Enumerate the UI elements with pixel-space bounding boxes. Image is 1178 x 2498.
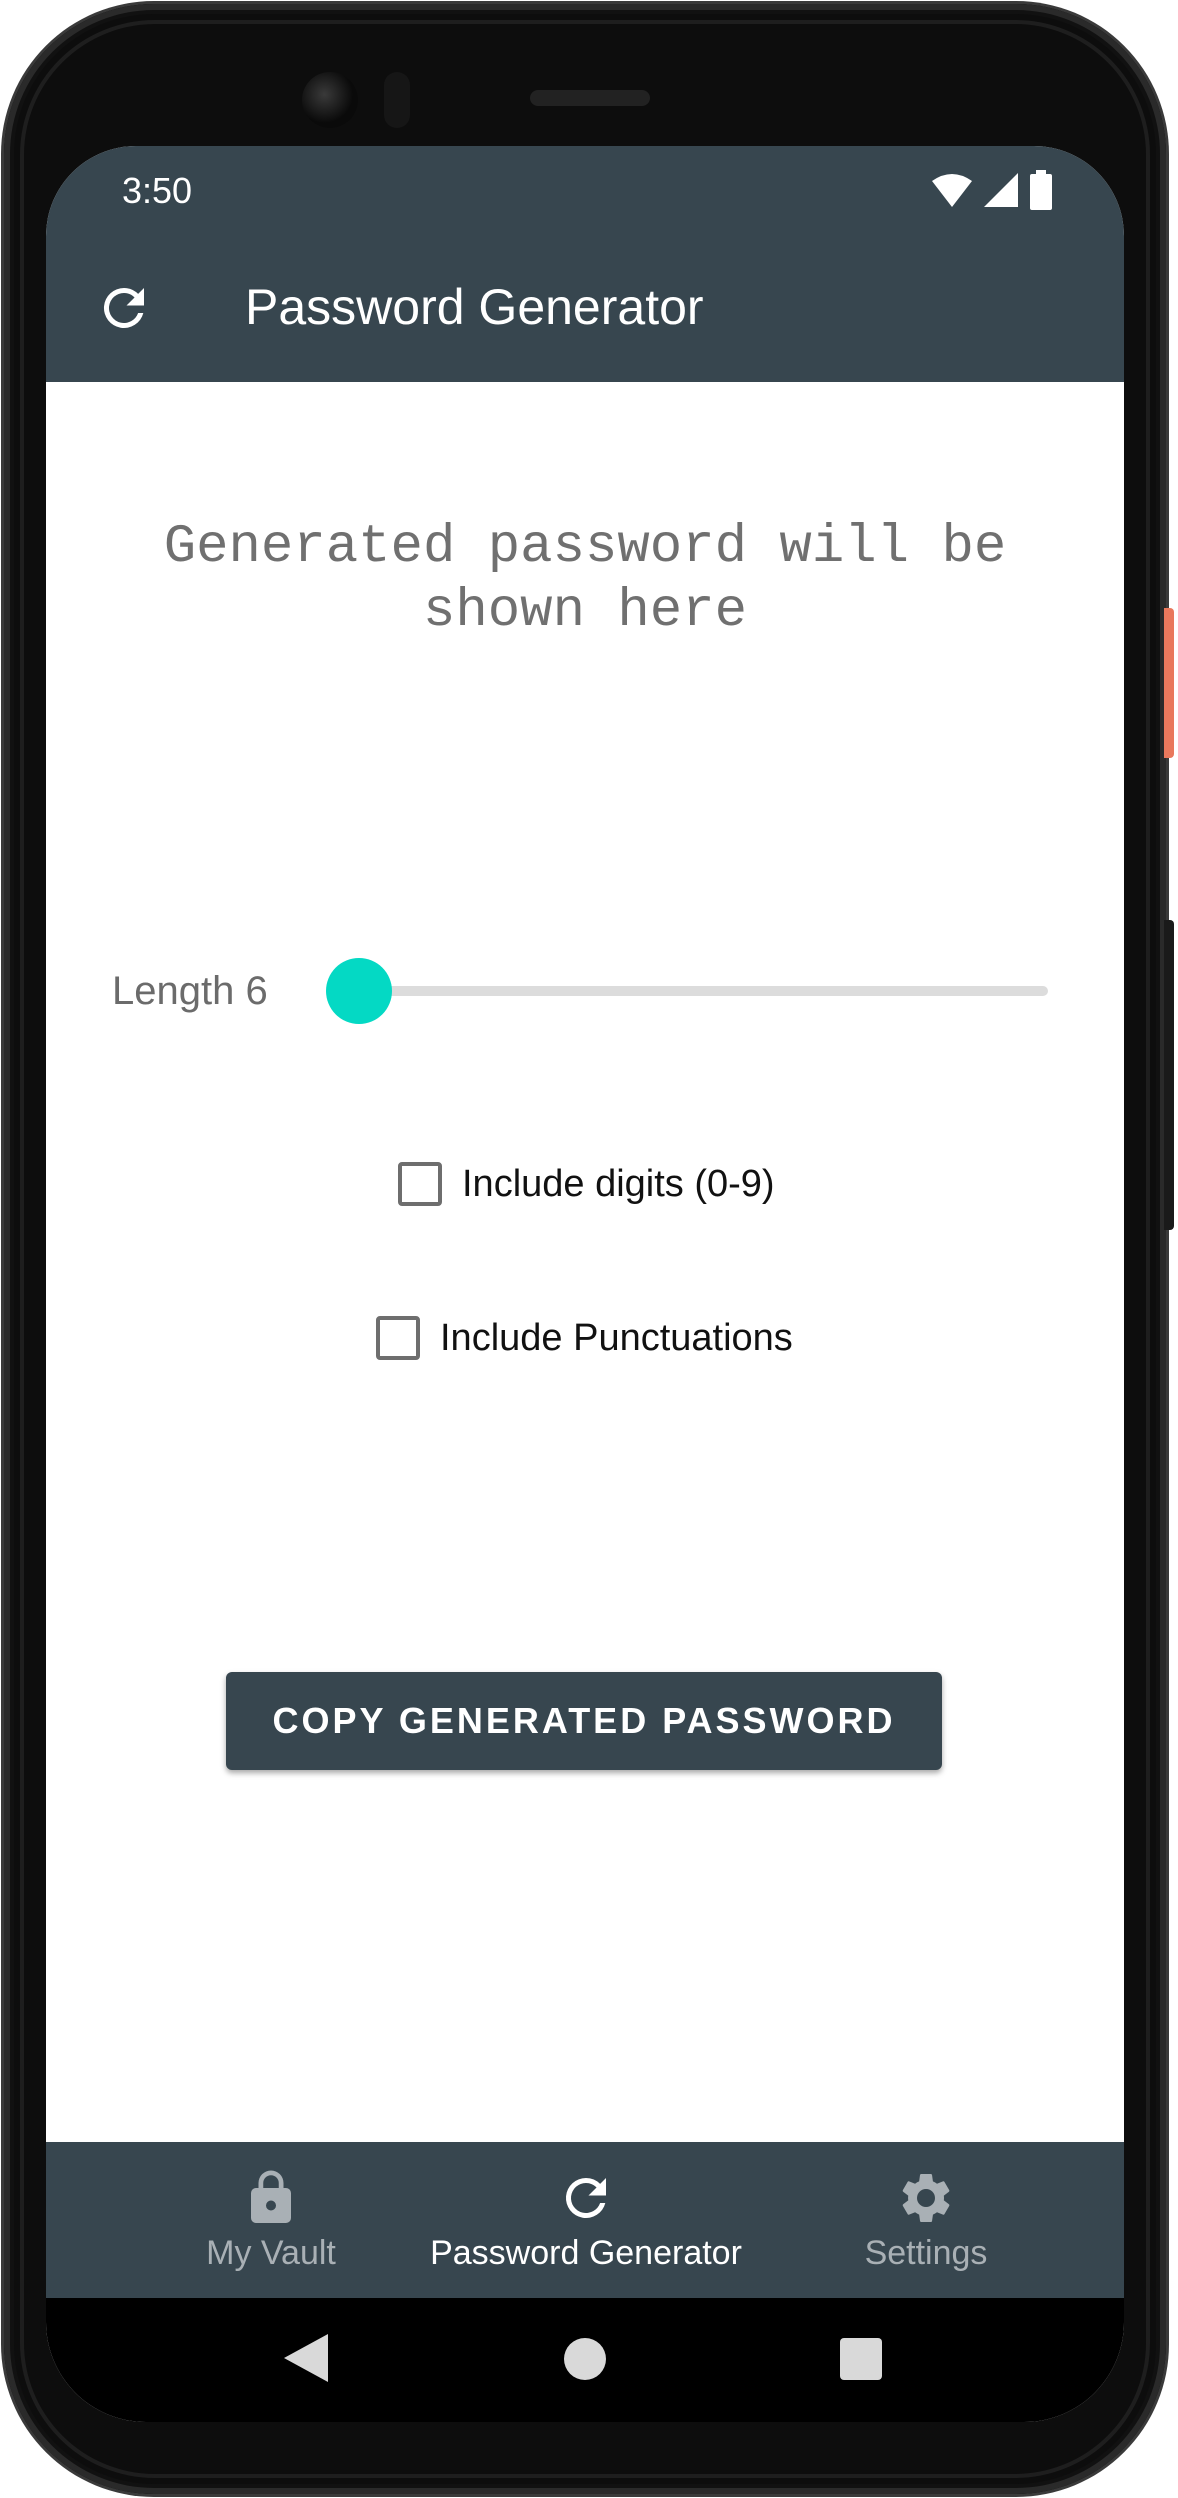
refresh-button[interactable] (94, 278, 154, 338)
include-digits-option[interactable]: Include digits (0-9) (398, 1162, 775, 1206)
volume-button (1164, 920, 1174, 1230)
gear-icon (902, 2174, 950, 2222)
proximity-sensor (384, 72, 410, 128)
screen: 3:50 Password Generator Generated passwo… (46, 146, 1124, 2422)
nav-label-settings: Settings (864, 2234, 988, 2272)
status-time: 3:50 (122, 170, 193, 211)
home-icon[interactable] (564, 2338, 606, 2380)
front-camera (302, 72, 358, 128)
status-bar: 3:50 (46, 146, 1124, 236)
wifi-icon (932, 174, 972, 207)
recent-apps-icon[interactable] (840, 2338, 882, 2380)
nav-label-password-generator: Password Generator (430, 2234, 742, 2272)
power-button (1164, 608, 1174, 758)
length-slider[interactable] (326, 950, 1056, 1030)
status-icons (932, 168, 1052, 212)
nav-item-my-vault[interactable]: My Vault (156, 2142, 386, 2298)
include-punctuations-checkbox[interactable] (376, 1316, 420, 1360)
copy-password-button[interactable]: COPY GENERATED PASSWORD (226, 1672, 942, 1770)
slider-track (356, 986, 1048, 996)
nav-item-settings[interactable]: Settings (826, 2142, 1026, 2298)
generated-password-display: Generated password will be shown here (163, 517, 1007, 642)
app-title: Password Generator (245, 279, 704, 335)
signal-icon (984, 173, 1018, 207)
bottom-navigation: My Vault Password Generator Settings (46, 2142, 1124, 2298)
app-bar: Password Generator (46, 236, 1124, 382)
nav-item-password-generator[interactable]: Password Generator (416, 2142, 756, 2298)
length-label: Length 6 (112, 969, 268, 1013)
battery-icon (1030, 170, 1052, 210)
refresh-icon (103, 287, 144, 328)
slider-thumb[interactable] (326, 958, 392, 1024)
include-digits-checkbox[interactable] (398, 1162, 442, 1206)
include-punctuations-option[interactable]: Include Punctuations (376, 1316, 793, 1360)
earpiece-speaker (530, 90, 650, 106)
system-navigation-bar (46, 2298, 1124, 2422)
back-icon[interactable] (284, 2334, 328, 2382)
include-punctuations-label: Include Punctuations (440, 1316, 793, 1359)
lock-icon (251, 2170, 291, 2223)
refresh-icon (565, 2178, 606, 2218)
nav-label-my-vault: My Vault (206, 2234, 336, 2272)
include-digits-label: Include digits (0-9) (462, 1162, 775, 1205)
